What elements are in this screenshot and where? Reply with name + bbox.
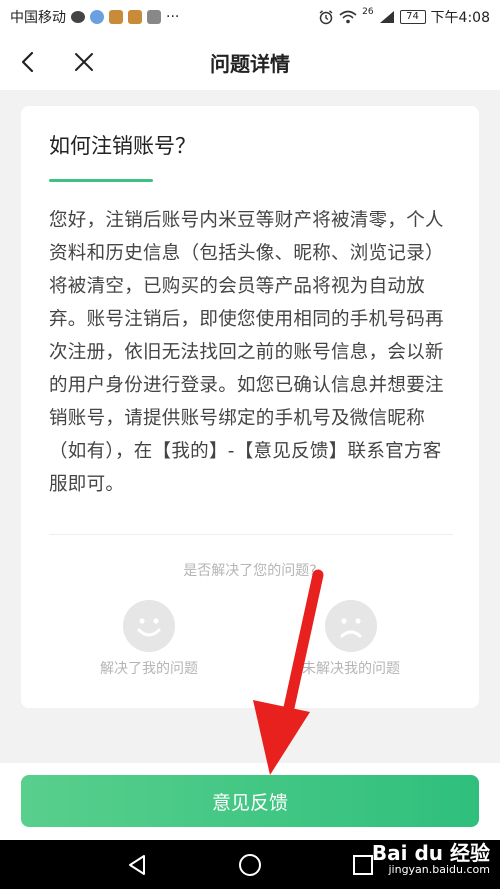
resolved-label: 解决了我的问题	[100, 661, 198, 677]
chevron-left-icon	[21, 51, 34, 73]
question-title: 如何注销账号？	[49, 134, 196, 158]
more-notifications-icon: ···	[166, 9, 180, 25]
title-underline	[49, 179, 153, 182]
status-left: 中国移动 ···	[10, 7, 179, 27]
network-type: 26	[362, 7, 374, 17]
resolution-prompt: 是否解决了您的问题?	[183, 563, 317, 579]
watermark-brand: Bai du 经验	[371, 841, 490, 865]
sad-face-icon	[325, 600, 377, 652]
signal-icon	[379, 11, 394, 23]
clock: 下午4:08	[430, 10, 490, 26]
app-notification-icon	[90, 10, 104, 24]
answer-text: 您好，注销后账号内米豆等财产将被清零，个人资料和历史信息（包括头像、昵称、浏览记…	[49, 210, 444, 495]
close-icon	[75, 53, 93, 71]
close-button[interactable]	[56, 34, 112, 90]
app-notification-icon-3	[128, 10, 142, 24]
nav-bar: 问题详情	[0, 34, 500, 90]
watermark-url: jingyan.baidu.com	[388, 863, 490, 876]
divider	[49, 534, 453, 535]
system-back-button[interactable]	[117, 845, 157, 885]
unresolved-option[interactable]: 未解决我的问题	[271, 600, 431, 678]
status-bar: 中国移动 ··· 26 74 下午4:08	[0, 0, 500, 34]
circle-home-icon	[238, 853, 261, 876]
smile-face-icon	[123, 600, 175, 652]
alarm-icon	[319, 10, 333, 25]
unresolved-label: 未解决我的问题	[302, 661, 400, 677]
back-button[interactable]	[0, 34, 56, 90]
wifi-icon	[339, 10, 357, 24]
triangle-back-icon	[128, 854, 145, 875]
app-notification-icon-2	[109, 10, 123, 24]
carrier-name: 中国移动	[10, 10, 66, 26]
resolved-option[interactable]: 解决了我的问题	[69, 600, 229, 678]
status-right: 26 74 下午4:08	[318, 7, 490, 27]
question-card: 如何注销账号？ 您好，注销后账号内米豆等财产将被清零，个人资料和历史信息（包括头…	[21, 106, 479, 708]
app-notification-icon-4	[147, 10, 161, 24]
chat-notification-icon	[71, 11, 85, 23]
system-home-button[interactable]	[230, 845, 270, 885]
baidu-jingyan-watermark: Bai du 经验 jingyan.baidu.com	[372, 842, 490, 876]
battery-icon: 74	[399, 10, 426, 24]
bottom-bar: 意见反馈	[0, 763, 500, 840]
feedback-button[interactable]: 意见反馈	[21, 775, 479, 827]
